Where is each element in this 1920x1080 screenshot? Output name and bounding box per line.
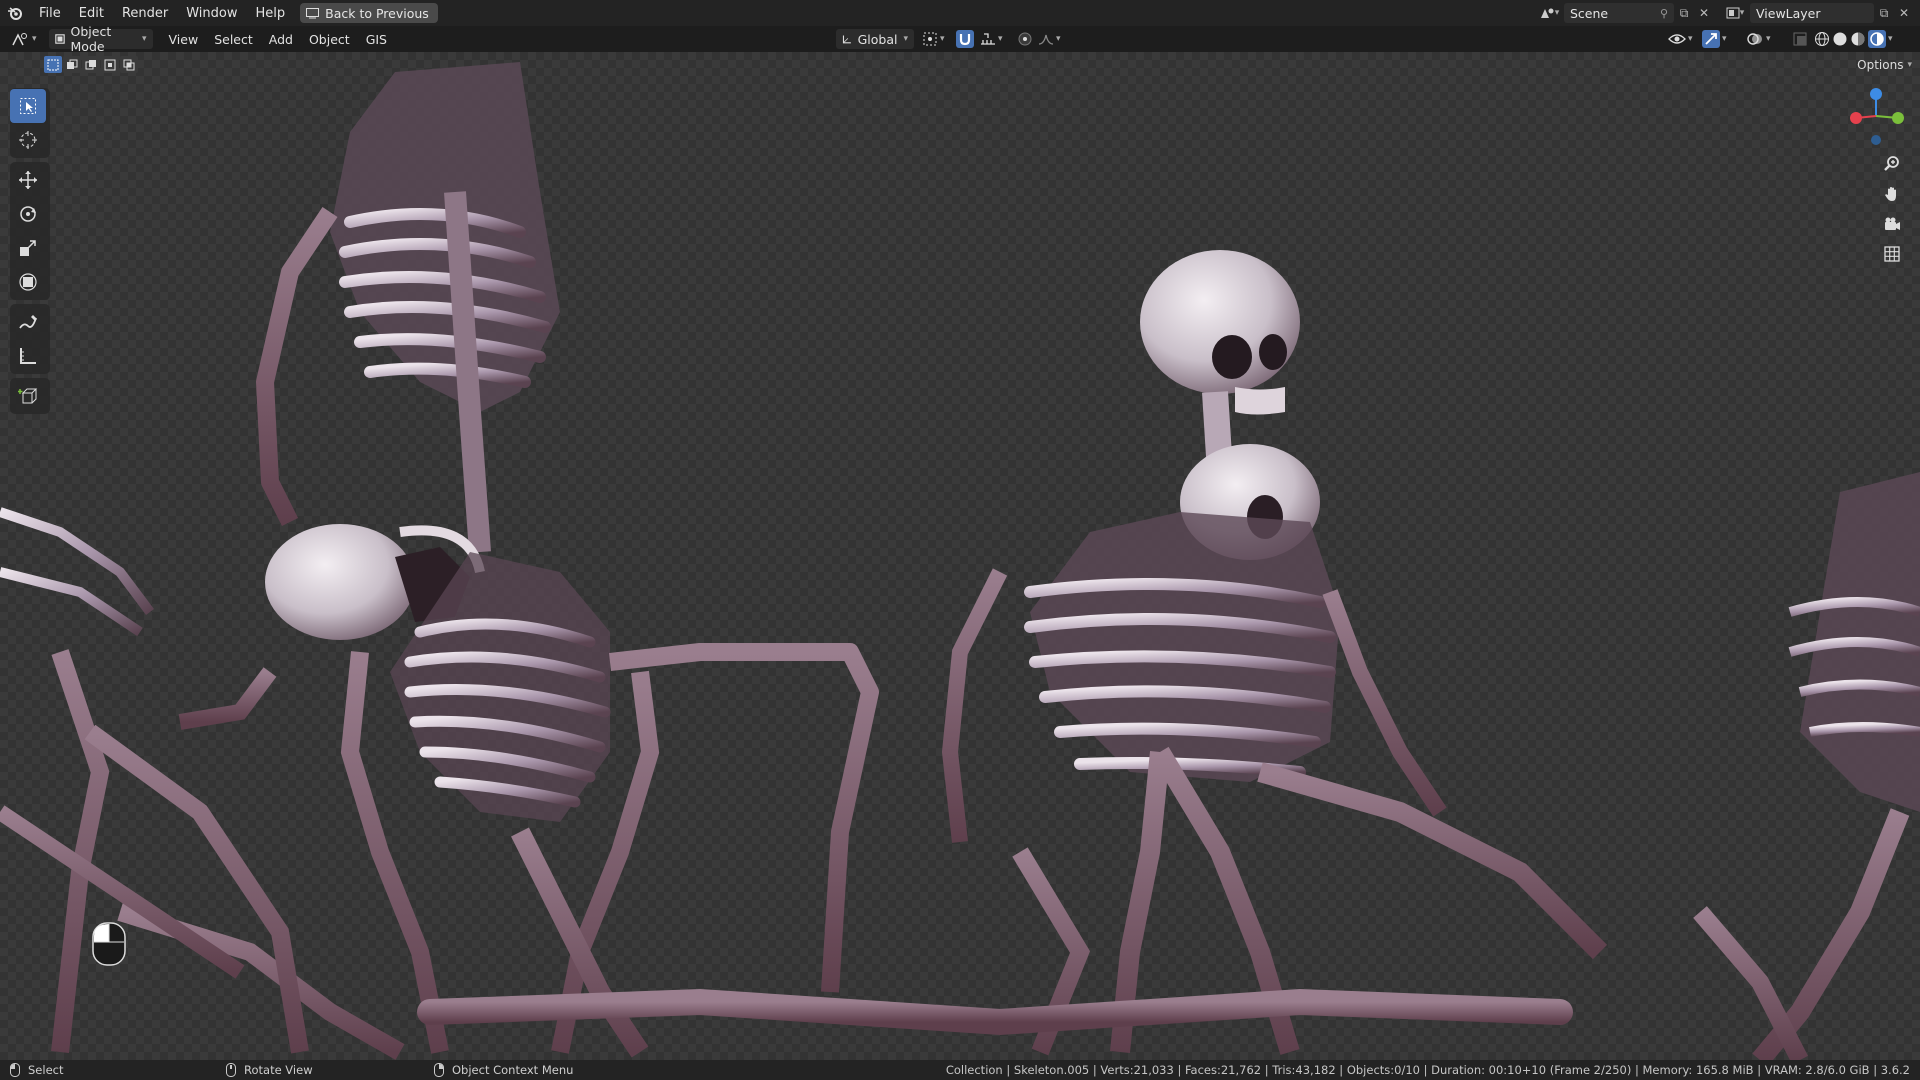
- select-new-icon[interactable]: [44, 56, 62, 73]
- cursor-icon[interactable]: [10, 123, 46, 157]
- status-context-hint: Object Context Menu: [434, 1063, 573, 1077]
- grid-icon[interactable]: [1878, 240, 1906, 268]
- xray-toggle-icon[interactable]: [1790, 28, 1810, 50]
- scene-name-field[interactable]: Scene ⚲: [1564, 3, 1674, 23]
- navigation-gizmo[interactable]: [1846, 86, 1906, 148]
- mouse-indicator-icon: [92, 922, 126, 966]
- mode-dropdown[interactable]: Object Mode ▾: [48, 24, 153, 54]
- skeleton-center[interactable]: [941, 250, 1608, 1056]
- menu-add[interactable]: Add: [261, 28, 301, 50]
- editor-type-icon: [12, 33, 27, 46]
- skeletons-scene: [0, 62, 1920, 1060]
- status-bar: Select Rotate View Object Context Menu C…: [0, 1060, 1920, 1080]
- gizmo-y-axis[interactable]: [1892, 112, 1904, 124]
- rotate-icon[interactable]: [10, 197, 46, 231]
- material-shading-icon[interactable]: [1848, 28, 1868, 50]
- view-layer-icon[interactable]: ▾: [1720, 3, 1750, 23]
- menu-render[interactable]: Render: [113, 0, 177, 26]
- select-intersect-icon[interactable]: [120, 56, 138, 73]
- delete-scene-icon[interactable]: ✕: [1694, 3, 1714, 23]
- snap-toggle-icon[interactable]: [954, 28, 976, 50]
- falloff-icon[interactable]: ▾: [1034, 28, 1065, 50]
- scene-statistics: Collection | Skeleton.005 | Verts:21,033…: [945, 1063, 1910, 1077]
- menu-gis[interactable]: GIS: [358, 28, 395, 50]
- mouse-left-icon: [10, 1063, 20, 1077]
- menu-window[interactable]: Window: [177, 0, 246, 26]
- menu-object[interactable]: Object: [301, 28, 358, 50]
- menu-select[interactable]: Select: [206, 28, 261, 50]
- gizmo-z-axis[interactable]: [1870, 88, 1882, 100]
- mouse-right-icon: [434, 1063, 444, 1077]
- new-view-layer-icon[interactable]: ⧉: [1874, 3, 1894, 23]
- status-select-label: Select: [28, 1063, 64, 1077]
- screen-icon: [306, 7, 320, 18]
- editor-type-button[interactable]: ▾: [0, 28, 43, 50]
- scene-name: Scene: [1570, 5, 1609, 21]
- top-menu-bar: File Edit Render Window Help Back to Pre…: [0, 0, 1920, 26]
- proportional-editing-icon[interactable]: [1014, 28, 1036, 50]
- scale-icon[interactable]: [10, 231, 46, 265]
- skeleton-left-edge[interactable]: [0, 507, 309, 1054]
- hand-pan-icon[interactable]: [1878, 180, 1906, 208]
- view-layer-field[interactable]: ViewLayer: [1750, 3, 1874, 23]
- overlays-icon[interactable]: ▾: [1744, 28, 1773, 50]
- menu-edit[interactable]: Edit: [70, 0, 113, 26]
- transform-orientation-dropdown[interactable]: Global ▾: [836, 29, 914, 49]
- mouse-middle-icon: [226, 1063, 236, 1077]
- annotate-icon[interactable]: [10, 305, 46, 339]
- select-invert-icon[interactable]: [101, 56, 119, 73]
- pin-icon[interactable]: ⚲: [1660, 7, 1668, 20]
- menu-help[interactable]: Help: [247, 0, 295, 26]
- camera-icon[interactable]: [1878, 210, 1906, 238]
- select-extend-icon[interactable]: [63, 56, 81, 73]
- object-mode-icon: [54, 34, 65, 44]
- new-scene-icon[interactable]: ⧉: [1674, 3, 1694, 23]
- options-label: Options: [1857, 58, 1904, 72]
- menu-file[interactable]: File: [30, 0, 70, 26]
- transform-orientation-label: Global: [857, 31, 898, 47]
- transform-icon[interactable]: [10, 265, 46, 299]
- pivot-point-icon[interactable]: ▾: [918, 28, 949, 50]
- status-context-label: Object Context Menu: [452, 1063, 574, 1077]
- status-rotate-label: Rotate View: [244, 1063, 313, 1077]
- tool-shelf: [10, 88, 50, 418]
- blender-logo-icon[interactable]: [0, 0, 30, 26]
- orientation-icon: [842, 34, 851, 43]
- status-rotate-hint: Rotate View: [226, 1063, 313, 1077]
- 3d-viewport[interactable]: Options ▾: [0, 52, 1920, 1060]
- gizmo-toggle-icon[interactable]: ▾: [1700, 28, 1729, 50]
- zoom-icon[interactable]: [1878, 150, 1906, 178]
- delete-view-layer-icon[interactable]: ✕: [1894, 3, 1914, 23]
- menu-view[interactable]: View: [161, 28, 207, 50]
- measure-icon[interactable]: [10, 339, 46, 373]
- solid-shading-icon[interactable]: [1830, 28, 1850, 50]
- options-dropdown[interactable]: Options ▾: [1857, 58, 1912, 72]
- gizmo-neg-z-axis[interactable]: [1871, 135, 1881, 145]
- skeleton-middle-left[interactable]: [265, 524, 879, 1058]
- gizmo-x-axis[interactable]: [1850, 112, 1862, 124]
- select-subtract-icon[interactable]: [82, 56, 100, 73]
- scene-icon[interactable]: ▾: [1534, 3, 1564, 23]
- selection-mode-buttons: [44, 56, 138, 73]
- select-box-icon[interactable]: [10, 89, 46, 123]
- view-layer-name: ViewLayer: [1756, 5, 1821, 21]
- skeleton-right-edge[interactable]: [1693, 472, 1920, 1060]
- chevron-down-icon: ▾: [1907, 60, 1912, 70]
- wireframe-shading-icon[interactable]: [1812, 28, 1832, 50]
- move-icon[interactable]: [10, 163, 46, 197]
- chevron-down-icon: ▾: [142, 34, 147, 44]
- back-to-previous-button[interactable]: Back to Previous: [300, 3, 438, 23]
- mode-label: Object Mode: [70, 24, 112, 54]
- back-to-previous-label: Back to Previous: [325, 5, 429, 21]
- visibility-selectability-icon[interactable]: ▾: [1664, 28, 1697, 50]
- add-cube-icon[interactable]: [10, 379, 46, 413]
- viewport-header: ▾ Object Mode ▾ View Select Add Object G…: [0, 24, 1920, 54]
- snap-target-icon[interactable]: ▾: [976, 28, 1007, 50]
- viewport-navigation: [1878, 150, 1906, 270]
- status-select-hint: Select: [10, 1063, 63, 1077]
- rendered-shading-icon[interactable]: ▾: [1866, 28, 1895, 50]
